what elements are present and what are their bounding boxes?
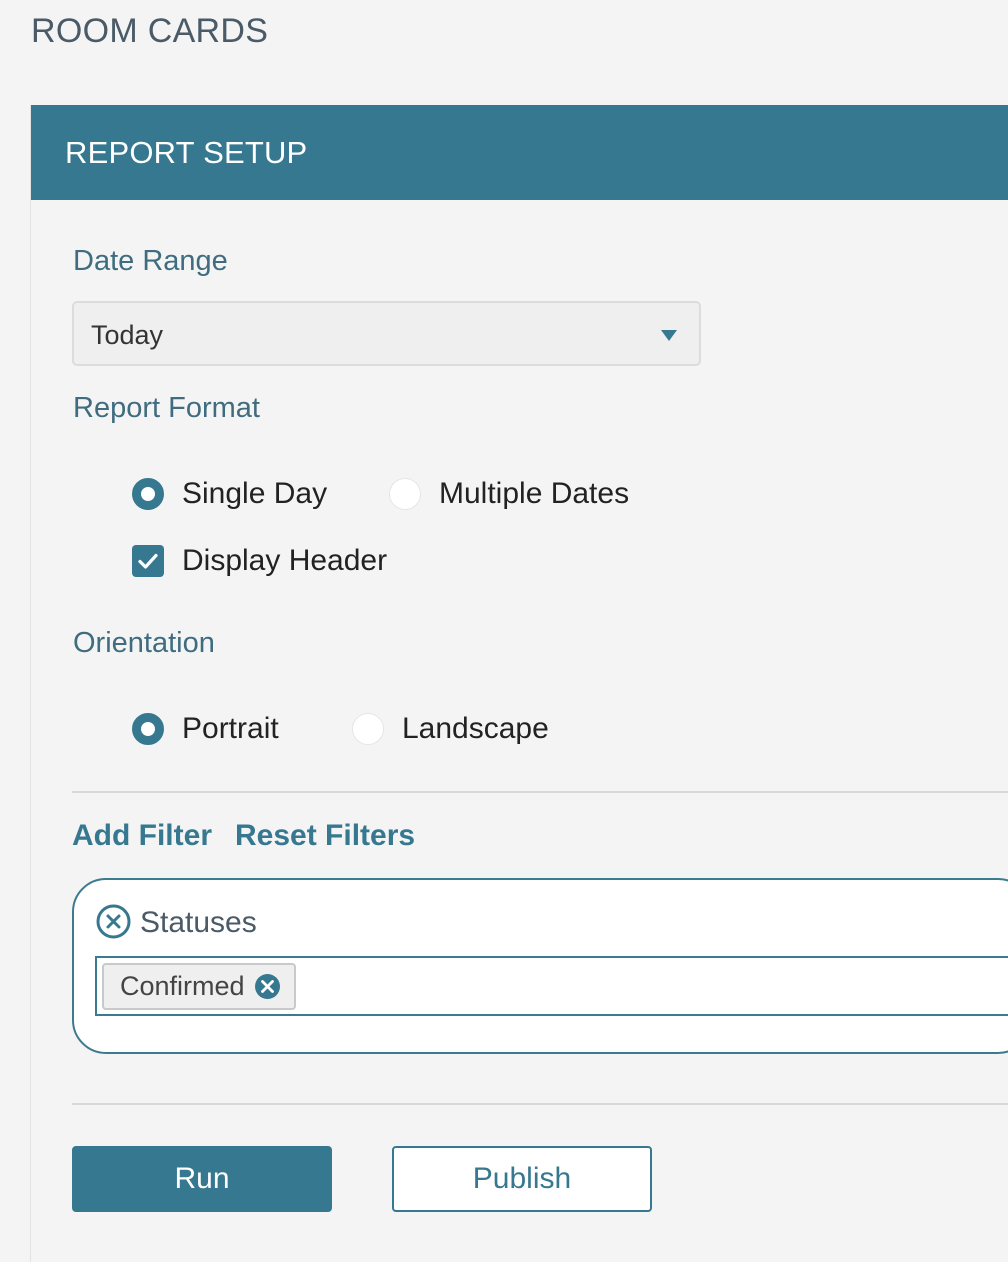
remove-filter-icon[interactable] <box>96 904 131 939</box>
radio-label: Landscape <box>402 712 549 745</box>
checkbox-display-header[interactable]: Display Header <box>132 544 387 578</box>
radio-checked-icon <box>132 478 164 510</box>
orientation-label: Orientation <box>73 627 215 659</box>
checkbox-checked-icon <box>132 545 164 577</box>
radio-single-day[interactable]: Single Day <box>132 477 327 511</box>
divider <box>72 791 1008 793</box>
publish-button[interactable]: Publish <box>392 1146 652 1212</box>
date-range-value: Today <box>91 320 164 350</box>
divider <box>72 1103 1008 1105</box>
add-filter-link[interactable]: Add Filter <box>72 819 212 853</box>
caret-down-icon <box>661 330 677 341</box>
radio-checked-icon <box>132 713 164 745</box>
status-tag: Confirmed <box>102 963 296 1010</box>
panel-title: REPORT SETUP <box>65 135 308 170</box>
radio-unchecked-icon <box>389 478 421 510</box>
radio-label: Portrait <box>182 712 279 745</box>
reset-filters-link[interactable]: Reset Filters <box>235 819 415 853</box>
page-title: ROOM CARDS <box>31 12 269 50</box>
run-button[interactable]: Run <box>72 1146 332 1212</box>
radio-multiple-dates[interactable]: Multiple Dates <box>389 477 629 511</box>
checkbox-label: Display Header <box>182 544 388 577</box>
radio-label: Multiple Dates <box>439 477 630 510</box>
tag-label: Confirmed <box>120 971 245 1001</box>
radio-portrait[interactable]: Portrait <box>132 712 279 746</box>
panel-header: REPORT SETUP <box>31 105 1008 200</box>
report-setup-panel: REPORT SETUP Date Range Today Report For… <box>30 105 1008 1262</box>
filter-statuses: Statuses Confirmed <box>72 878 1008 1054</box>
radio-unchecked-icon <box>352 713 384 745</box>
remove-tag-icon[interactable] <box>254 974 280 999</box>
date-range-label: Date Range <box>73 245 228 277</box>
report-format-label: Report Format <box>73 392 260 424</box>
radio-landscape[interactable]: Landscape <box>352 712 549 746</box>
filter-name: Statuses <box>140 906 257 939</box>
statuses-tag-input[interactable]: Confirmed <box>95 956 1008 1016</box>
radio-label: Single Day <box>182 477 328 510</box>
date-range-select[interactable]: Today <box>72 301 701 366</box>
